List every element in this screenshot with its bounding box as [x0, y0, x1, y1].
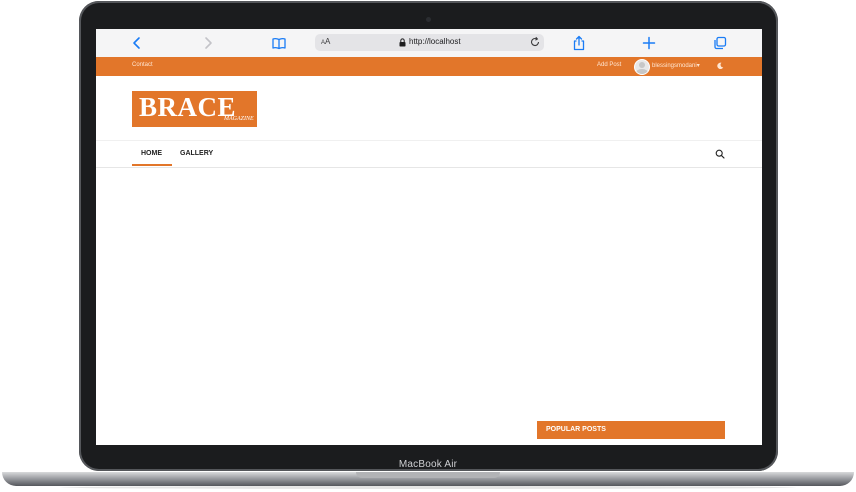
device-label: MacBook Air — [398, 459, 458, 470]
url-text: http://localhost — [409, 37, 461, 46]
laptop-shadow — [60, 486, 796, 489]
reload-icon[interactable] — [529, 36, 541, 48]
search-icon[interactable] — [715, 149, 725, 159]
screen: AA http://localhost Contact Add Post ble… — [96, 29, 762, 445]
logo-subtitle: MAGAZINE — [224, 116, 254, 122]
nav-item-gallery[interactable]: GALLERY — [176, 141, 220, 166]
text-size-button[interactable]: AA — [321, 37, 330, 46]
site-topbar: Contact Add Post blessingsmodani▾ — [96, 57, 762, 76]
browser-toolbar: AA http://localhost — [96, 29, 762, 58]
new-tab-icon[interactable] — [641, 35, 657, 51]
tabs-icon[interactable] — [712, 35, 728, 51]
main-nav: HOME GALLERY — [96, 140, 762, 168]
moon-icon[interactable] — [716, 62, 724, 70]
nav-item-home[interactable]: HOME — [132, 141, 172, 166]
share-icon[interactable] — [571, 35, 587, 51]
address-bar[interactable]: AA http://localhost — [315, 34, 544, 51]
popular-posts-header: POPULAR POSTS — [537, 421, 725, 439]
back-icon[interactable] — [129, 35, 145, 51]
camera-icon — [426, 17, 431, 22]
nav-item-label: GALLERY — [180, 150, 214, 157]
chevron-down-icon: ▾ — [696, 63, 700, 69]
popular-posts-title: POPULAR POSTS — [546, 426, 606, 433]
user-menu[interactable]: blessingsmodani▾ — [652, 62, 700, 69]
laptop-notch — [356, 472, 500, 478]
avatar[interactable] — [634, 59, 650, 75]
logo-text: BRACE — [139, 92, 237, 122]
bookmarks-icon[interactable] — [271, 35, 287, 51]
forward-icon[interactable] — [200, 35, 216, 51]
add-post-link[interactable]: Add Post — [597, 62, 621, 68]
lock-icon — [399, 38, 406, 47]
contact-link[interactable]: Contact — [132, 62, 153, 68]
nav-item-label: HOME — [141, 150, 162, 157]
username: blessingsmodani — [652, 63, 697, 69]
site-logo[interactable]: BRACE MAGAZINE — [132, 91, 257, 127]
